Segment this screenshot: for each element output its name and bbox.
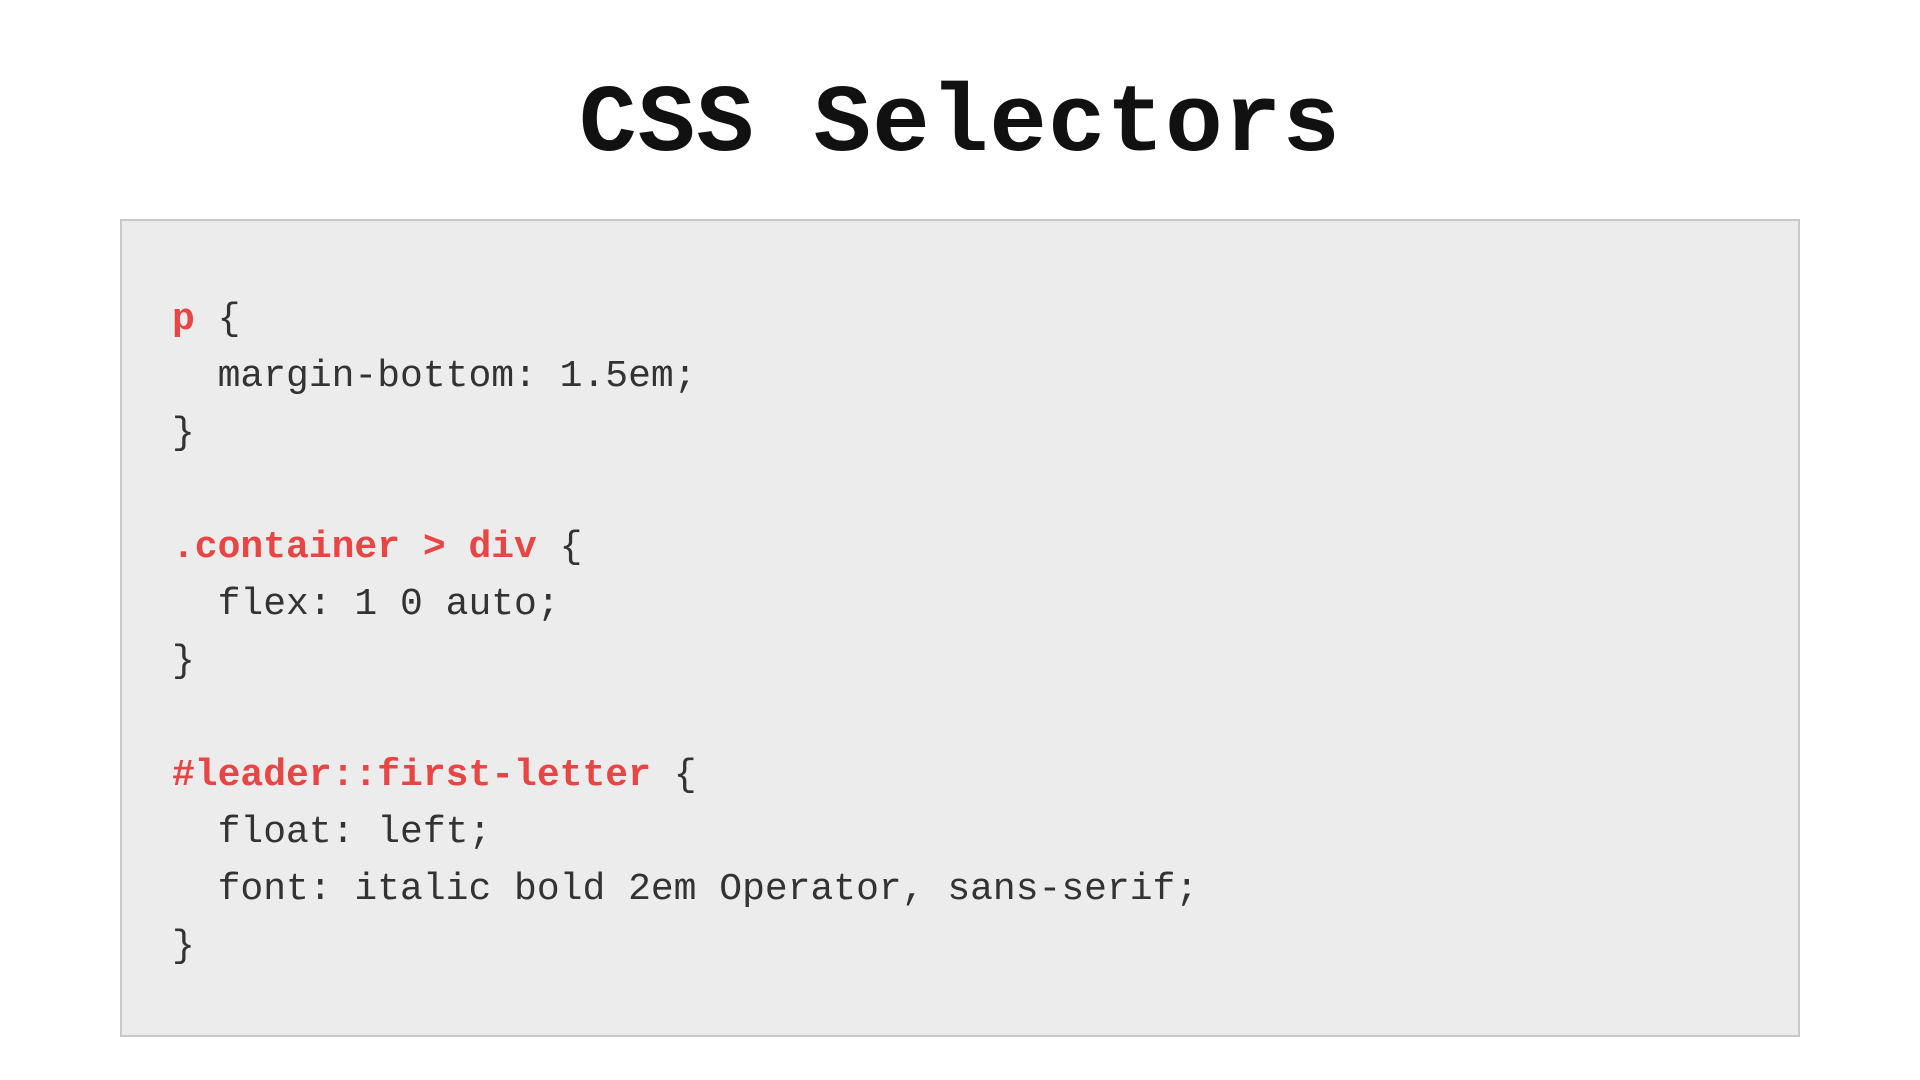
slide: CSS Selectors p { margin-bottom: 1.5em; … xyxy=(0,0,1920,1080)
rule-body-1: margin-bottom: 1.5em; xyxy=(172,355,697,398)
brace-open-2: { xyxy=(537,526,583,569)
rule-body-2: flex: 1 0 auto; xyxy=(172,583,560,626)
selector-3: #leader::first-letter xyxy=(172,754,651,797)
selector-1: p xyxy=(172,298,195,341)
brace-close-2: } xyxy=(172,640,195,683)
brace-close-3: } xyxy=(172,925,195,968)
rule-body-3a: float: left; xyxy=(172,811,491,854)
code-block: p { margin-bottom: 1.5em; } .container >… xyxy=(120,219,1800,1037)
brace-open-3: { xyxy=(651,754,697,797)
selector-2: .container > div xyxy=(172,526,537,569)
rule-body-3b: font: italic bold 2em Operator, sans-ser… xyxy=(172,868,1198,911)
slide-title: CSS Selectors xyxy=(120,70,1800,179)
code-content: p { margin-bottom: 1.5em; } .container >… xyxy=(172,291,1748,975)
brace-open-1: { xyxy=(195,298,241,341)
brace-close-1: } xyxy=(172,412,195,455)
